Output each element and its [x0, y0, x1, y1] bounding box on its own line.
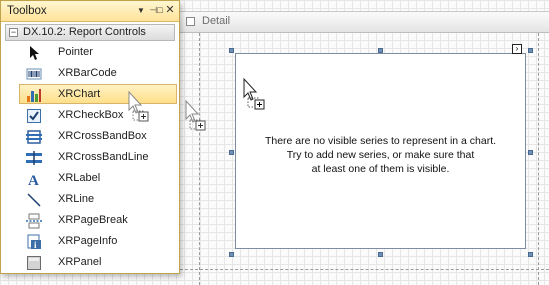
toolbox-panel: Toolbox ▼ ⊣□ ✕ − DX.10.2: Report Control…: [0, 0, 180, 274]
toolbox-item-label: XRCrossBandLine: [58, 151, 149, 163]
toolbox-dropdown-button[interactable]: ▼: [135, 4, 147, 17]
line-icon: [27, 193, 41, 207]
pagebreak-icon: [26, 213, 42, 229]
detail-band-header[interactable]: Detail: [180, 11, 549, 33]
group-collapse-icon[interactable]: −: [9, 28, 18, 37]
band-bottom-line: [180, 269, 549, 270]
band-collapse-icon[interactable]: [186, 17, 195, 26]
toolbox-item-label: XRPageBreak: [58, 214, 128, 226]
toolbox-item-xrpanel[interactable]: XRPanel: [19, 252, 177, 272]
left-margin-line: [199, 33, 200, 285]
toolbox-item-label: XRLine: [58, 193, 95, 205]
crossband-line-icon: [26, 151, 42, 165]
barcode-icon: [26, 68, 42, 80]
toolbox-item-xrcrossbandline[interactable]: XRCrossBandLine: [19, 147, 177, 167]
toolbox-item-label: XRBarCode: [58, 67, 117, 79]
resize-handle-top-left[interactable]: [229, 48, 234, 53]
panel-icon: [27, 256, 41, 270]
pageinfo-icon: i: [27, 234, 41, 250]
toolbox-item-xrline[interactable]: XRLine: [19, 189, 177, 209]
toolbox-close-button[interactable]: ✕: [164, 4, 176, 17]
crossband-box-icon: [26, 130, 42, 144]
toolbox-item-xrchart[interactable]: XRChart: [19, 84, 177, 104]
svg-text:A: A: [28, 173, 39, 187]
toolbox-item-xrlabel[interactable]: A XRLabel: [19, 168, 177, 188]
toolbox-item-label: XRPageInfo: [58, 235, 118, 247]
toolbox-item-label: XRLabel: [58, 172, 101, 184]
resize-handle-top-right[interactable]: [528, 48, 533, 53]
toolbox-pin-button[interactable]: ⊣□: [149, 4, 163, 17]
chart-empty-message: There are no visible series to represent…: [236, 134, 525, 176]
chart-message-line-3: at least one of them is visible.: [311, 163, 450, 175]
chart-control[interactable]: There are no visible series to represent…: [235, 53, 526, 249]
chart-message-line-2: Try to add new series, or make sure that: [286, 149, 475, 161]
toolbox-title: Toolbox: [7, 5, 47, 17]
toolbox-item-xrcrossbandbox[interactable]: XRCrossBandBox: [19, 126, 177, 146]
toolbox-item-xrbarcode[interactable]: XRBarCode: [19, 63, 177, 83]
toolbox-item-label: Pointer: [58, 46, 93, 58]
toolbox-item-xrpageinfo[interactable]: i XRPageInfo: [19, 231, 177, 251]
toolbox-item-xrcheckbox[interactable]: XRCheckBox: [19, 105, 177, 125]
right-margin-line: [538, 33, 539, 285]
drag-copy-cursor-icon: [243, 78, 265, 110]
resize-handle-bottom-right[interactable]: [528, 252, 533, 257]
toolbox-header: Toolbox ▼ ⊣□ ✕: [1, 1, 179, 22]
toolbox-group-header[interactable]: − DX.10.2: Report Controls: [5, 24, 175, 41]
toolbox-item-pointer[interactable]: Pointer: [19, 42, 177, 62]
resize-handle-bottom-center[interactable]: [378, 252, 383, 257]
toolbox-item-xrpagebreak[interactable]: XRPageBreak: [19, 210, 177, 230]
smart-tag-icon[interactable]: ›: [512, 44, 522, 54]
chart-icon: [27, 89, 41, 102]
checkbox-icon: [27, 109, 41, 123]
chart-message-line-1: There are no visible series to represent…: [264, 135, 497, 147]
resize-handle-middle-right[interactable]: [528, 150, 533, 155]
label-icon: A: [28, 173, 39, 187]
toolbox-item-label: XRCrossBandBox: [58, 130, 147, 142]
toolbox-item-label: XRPanel: [58, 256, 102, 268]
resize-handle-bottom-left[interactable]: [229, 252, 234, 257]
toolbox-group-title: DX.10.2: Report Controls: [23, 26, 146, 38]
pointer-icon: [30, 46, 39, 60]
toolbox-item-label: XRCheckBox: [58, 109, 124, 121]
detail-band-title: Detail: [202, 15, 231, 27]
drag-copy-cursor-icon: [185, 100, 206, 131]
toolbox-item-label: XRChart: [58, 88, 101, 100]
resize-handle-top-center[interactable]: [378, 48, 383, 53]
drag-copy-cursor-icon: [128, 91, 149, 122]
resize-handle-middle-left[interactable]: [229, 150, 234, 155]
